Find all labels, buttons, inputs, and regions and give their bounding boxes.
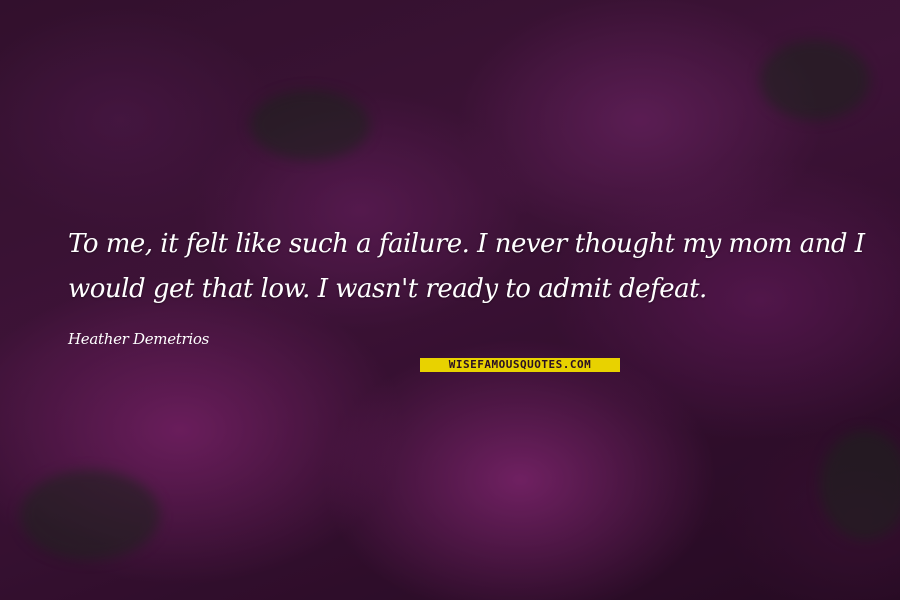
quote-line-2: would get that low. I wasn't ready to ad…: [68, 274, 707, 304]
quote-text: To me, it felt like such a failure. I ne…: [68, 222, 865, 312]
site-watermark: WISEFAMOUSQUOTES.COM: [420, 358, 620, 372]
quote-author: Heather Demetrios: [68, 330, 210, 348]
quote-image: To me, it felt like such a failure. I ne…: [0, 0, 900, 600]
quote-line-1: To me, it felt like such a failure. I ne…: [68, 229, 865, 259]
